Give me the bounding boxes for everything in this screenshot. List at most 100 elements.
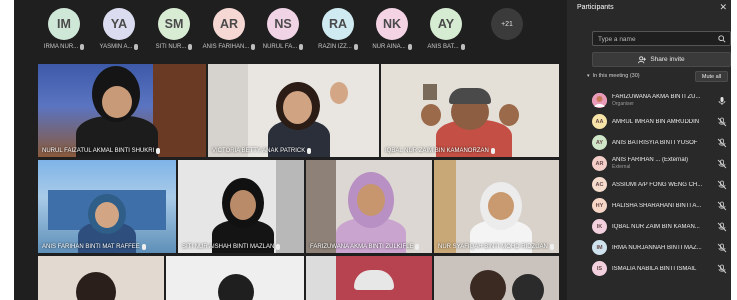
mic-icon <box>490 148 495 154</box>
close-icon[interactable]: ✕ <box>719 2 727 13</box>
avatar-name: IRMA NUR... <box>43 44 79 50</box>
avatar-tile[interactable]: RA RAZIN IZZ... <box>308 8 368 50</box>
mic-off-icon <box>717 264 727 273</box>
mic-off-icon <box>717 243 727 252</box>
video-tile[interactable]: NUR SYAFIQAH BINTI MOHD RIDZUAN <box>434 160 559 253</box>
participant-avatar-strip: IM IRMA NUR... YA YASMIN A... SM SITI NU… <box>14 0 559 60</box>
avatar: NK <box>376 8 408 40</box>
avatar: AR <box>592 156 607 171</box>
avatar-name: ANIS BAT... <box>427 44 459 50</box>
list-item[interactable]: FARIZUWANA AKMA BINTI ZU... Organiser <box>592 90 731 111</box>
participant-role: External <box>612 164 631 170</box>
mic-icon <box>718 96 726 105</box>
list-item[interactable]: AR ANIS FARIHAN ... (External) External <box>592 153 731 174</box>
avatar-tile[interactable]: AR ANIS FARIHAN... <box>199 8 259 50</box>
avatar: IM <box>48 8 80 40</box>
door <box>276 160 304 253</box>
more-participants-count: +21 <box>491 8 523 40</box>
mic-off-icon <box>717 201 727 210</box>
list-item[interactable]: IM IRMA NURJANNAH BINTI MAZ... <box>592 237 731 258</box>
mic-off-icon <box>717 222 727 231</box>
mic-icon <box>156 148 161 154</box>
wall-frame <box>423 84 437 100</box>
video-tile[interactable]: IQBAL NUR ZAIM BIN KAMANORZAN <box>381 64 559 157</box>
cap <box>354 270 394 290</box>
avatar: AY <box>430 8 462 40</box>
avatar-tile[interactable]: SM SITI NUR... <box>144 8 204 50</box>
video-tile[interactable]: ANIS FARIHAN BINTI MAT RAFFEE <box>38 160 176 253</box>
list-item[interactable]: IS ISMALIA NABILA BINTI ISMAIL <box>592 258 731 279</box>
tile-name-label: SITI NUR AISHAH BINTI MAZLAN <box>182 244 281 250</box>
participant-name: ISMALIA NABILA BINTI ISMAIL <box>612 265 697 272</box>
video-grid: NURUL FAIZATUL AKMAL BINTI SHUKRI VICTOR… <box>38 64 559 300</box>
participant-name: AMRUL IMRAN BIN AMRUDDIN <box>612 118 700 125</box>
participant-role: Organiser <box>612 101 634 107</box>
face <box>488 192 514 220</box>
share-invite-label: Share invite <box>650 56 685 63</box>
avatar-name: YASMIN A... <box>99 44 133 50</box>
search-box[interactable] <box>592 31 731 46</box>
bookshelf <box>153 64 206 157</box>
avatar-name: RAZIN IZZ... <box>318 44 352 50</box>
participant-name: FARIZUWANA AKMA BINTI ZU... <box>612 94 701 100</box>
mic-icon <box>141 244 146 250</box>
participant-name: HALISHA SHARAHANI BINTI A... <box>612 202 702 209</box>
face <box>230 190 256 220</box>
mic-icon <box>276 244 281 250</box>
avatar-tile[interactable]: NK NUR AINA... <box>362 8 422 50</box>
avatar-name: ANIS FARIHAN... <box>202 44 250 50</box>
avatar: AA <box>592 114 607 129</box>
teams-meeting-window: IM IRMA NUR... YA YASMIN A... SM SITI NU… <box>14 0 731 300</box>
list-item[interactable]: IK IQBAL NUR ZAIM BIN KAMAN... <box>592 216 731 237</box>
avatar-tile[interactable]: NS NURUL FA... <box>253 8 313 50</box>
video-tile[interactable]: SITI NUR AISHAH BINTI MAZLAN <box>178 160 304 253</box>
video-tile[interactable] <box>434 256 559 300</box>
wall-panel <box>306 256 336 300</box>
share-invite-button[interactable]: Share invite <box>592 52 731 67</box>
list-item[interactable]: HY HALISHA SHARAHANI BINTI A... <box>592 195 731 216</box>
avatar: HY <box>592 198 607 213</box>
video-tile[interactable]: NURUL FAIZATUL AKMAL BINTI SHUKRI <box>38 64 206 157</box>
more-participants[interactable]: +21 <box>477 8 537 40</box>
avatar-name: NUR AINA... <box>372 44 406 50</box>
hand <box>499 104 519 126</box>
tile-name-label: NUR SYAFIQAH BINTI MOHD RIDZUAN <box>438 244 554 250</box>
mic-off-icon <box>717 138 727 147</box>
participants-panel: Participants ✕ Share invite ▾ In this me… <box>567 0 731 300</box>
tile-name-label: FARIZUWANA AKMA BINTI ZULKIFLE <box>310 244 420 250</box>
avatar: SM <box>158 8 190 40</box>
hair <box>470 270 506 300</box>
avatar: IM <box>592 240 607 255</box>
avatar-tile[interactable]: AY ANIS BAT... <box>416 8 476 50</box>
mic-off-icon <box>80 44 85 50</box>
mic-icon <box>549 244 554 250</box>
participant-list: FARIZUWANA AKMA BINTI ZU... Organiser AA… <box>592 90 731 279</box>
search-input[interactable] <box>598 34 713 44</box>
in-meeting-toggle[interactable]: ▾ In this meeting (30) <box>587 73 640 79</box>
avatar <box>592 93 607 108</box>
list-item[interactable]: AA AMRUL IMRAN BIN AMRUDDIN <box>592 111 731 132</box>
video-tile[interactable]: VICTORIA BETTY ANAK PATRICK <box>208 64 379 157</box>
face <box>95 202 119 228</box>
video-tile[interactable] <box>306 256 432 300</box>
mute-all-button[interactable]: Mute all <box>695 71 728 82</box>
list-item[interactable]: AY ANIS BATRISYIA BINTI YUSOF <box>592 132 731 153</box>
video-tile[interactable] <box>166 256 304 300</box>
cap <box>449 88 491 104</box>
curtain <box>434 160 456 253</box>
video-tile[interactable]: FARIZUWANA AKMA BINTI ZULKIFLE <box>306 160 432 253</box>
avatar-tile[interactable]: YA YASMIN A... <box>89 8 149 50</box>
panel-title: Participants <box>577 4 614 11</box>
participant-name: IQBAL NUR ZAIM BIN KAMAN... <box>612 223 700 230</box>
video-tile[interactable] <box>38 256 164 300</box>
avatar: AC <box>592 177 607 192</box>
add-person-icon <box>638 55 647 63</box>
avatar: YA <box>103 8 135 40</box>
profile-photo <box>592 93 607 108</box>
panel-header: Participants ✕ <box>577 2 727 13</box>
avatar-name: SITI NUR... <box>155 44 187 50</box>
avatar-tile[interactable]: IM IRMA NUR... <box>34 8 94 50</box>
tile-name-label: ANIS FARIHAN BINTI MAT RAFFEE <box>42 244 146 250</box>
avatar: IS <box>592 261 607 276</box>
list-item[interactable]: AC ASSIUMI A/P FONG WENG CH... <box>592 174 731 195</box>
